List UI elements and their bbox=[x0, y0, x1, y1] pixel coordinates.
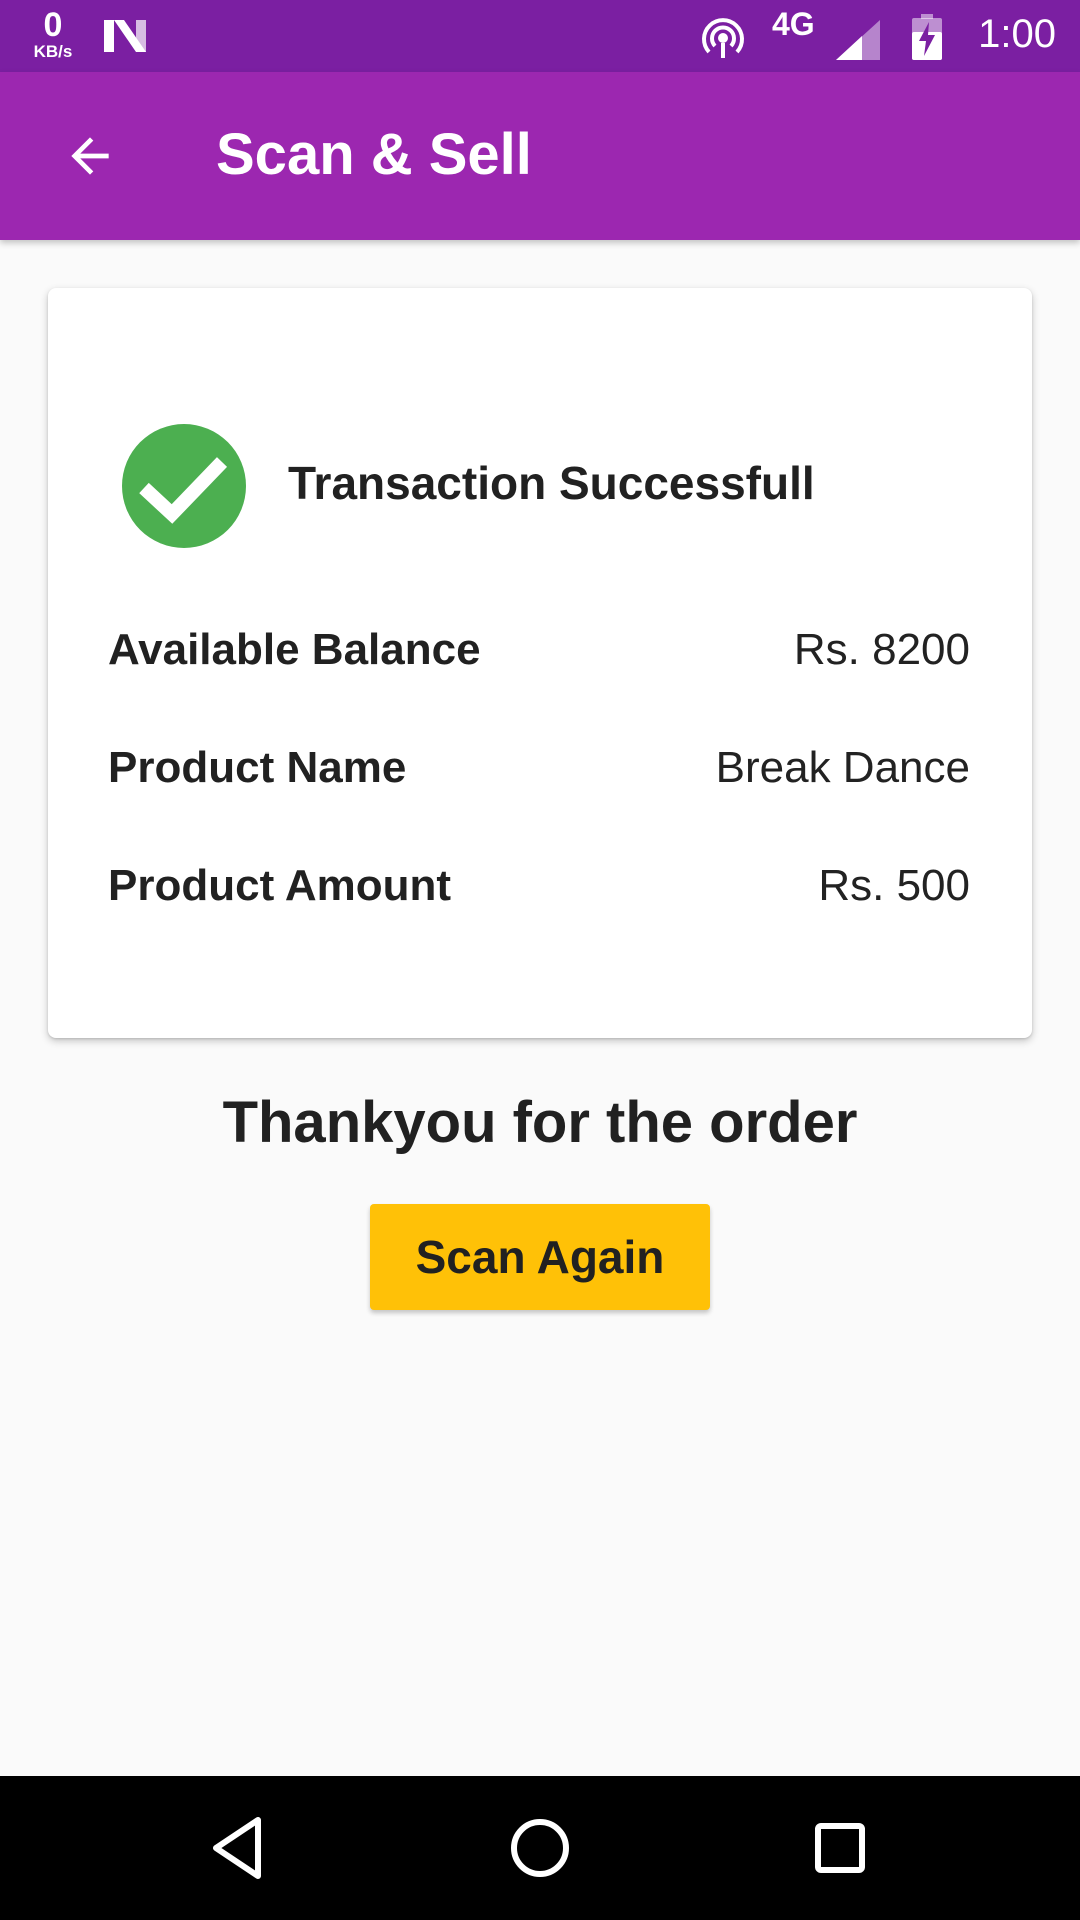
nav-recents-icon[interactable] bbox=[800, 1808, 880, 1888]
back-button[interactable] bbox=[40, 106, 140, 206]
detail-row-balance: Available Balance Rs. 8200 bbox=[108, 620, 970, 680]
page-title: Scan & Sell bbox=[216, 122, 532, 187]
status-bar: 0 KB/s 4G 1:00 bbox=[0, 0, 1080, 72]
n-icon bbox=[104, 20, 146, 52]
nav-back-icon[interactable] bbox=[200, 1808, 280, 1888]
product-amount-label: Product Amount bbox=[108, 861, 451, 910]
signal-icon bbox=[836, 20, 880, 60]
product-name-label: Product Name bbox=[108, 743, 407, 792]
thankyou-message: Thankyou for the order bbox=[222, 1090, 858, 1155]
net-speed-value: 0 bbox=[43, 6, 63, 44]
net-speed-unit: KB/s bbox=[33, 42, 73, 61]
nav-home-icon[interactable] bbox=[500, 1808, 580, 1888]
transaction-status: Transaction Successfull bbox=[288, 457, 815, 509]
check-circle-icon bbox=[122, 424, 246, 548]
network-type: 4G bbox=[772, 6, 815, 42]
battery-charging-icon bbox=[912, 14, 942, 60]
app-bar: Scan & Sell bbox=[0, 72, 1080, 240]
net-speed-indicator: 0 KB/s bbox=[26, 8, 80, 60]
balance-label: Available Balance bbox=[108, 625, 481, 674]
balance-value: Rs. 8200 bbox=[793, 625, 970, 674]
product-name-value: Break Dance bbox=[715, 743, 970, 792]
hotspot-icon bbox=[702, 18, 744, 58]
detail-row-product-amount: Product Amount Rs. 500 bbox=[108, 856, 970, 916]
arrow-back-icon bbox=[71, 137, 109, 175]
clock: 1:00 bbox=[978, 12, 1056, 56]
scan-again-button[interactable]: Scan Again bbox=[370, 1204, 710, 1310]
detail-row-product-name: Product Name Break Dance bbox=[108, 738, 970, 798]
product-amount-value: Rs. 500 bbox=[818, 861, 970, 910]
system-nav-bar bbox=[0, 1776, 1080, 1920]
transaction-card: Transaction Successfull Available Balanc… bbox=[48, 288, 1032, 1038]
